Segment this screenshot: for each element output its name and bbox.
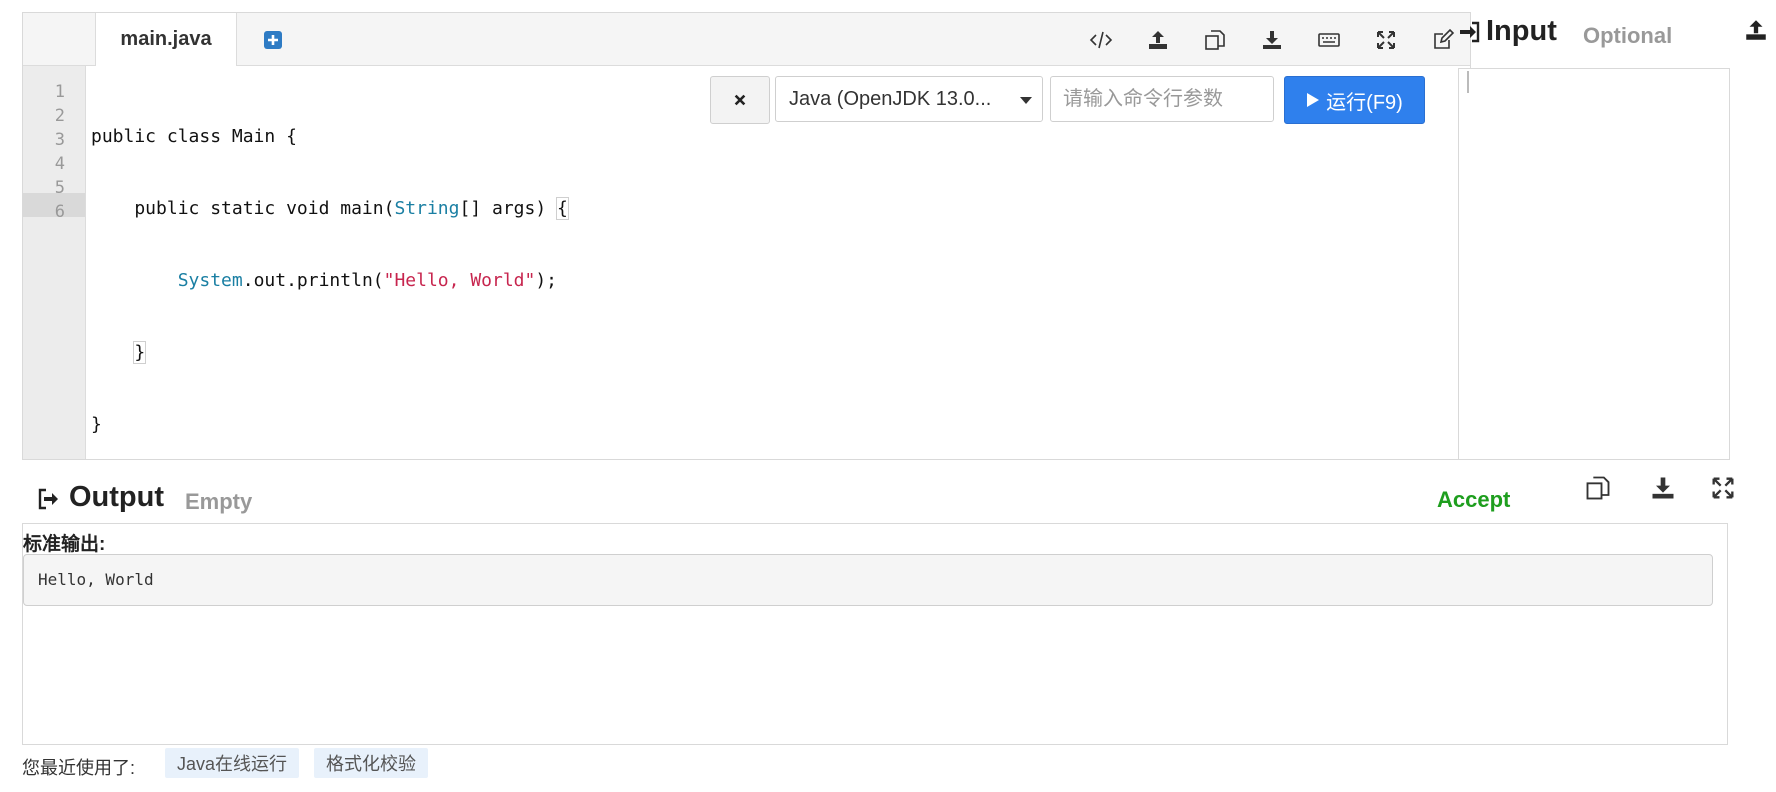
run-button[interactable]: 运行(F9) [1284, 76, 1425, 124]
language-select-value: Java (OpenJDK 13.0... [789, 87, 992, 110]
chevron-down-icon [1020, 97, 1032, 104]
play-icon [1307, 93, 1320, 107]
command-line-args-input[interactable] [1050, 76, 1274, 122]
run-button-label: 运行(F9) [1326, 91, 1403, 114]
input-header: Input Optional [1458, 15, 1768, 55]
stdout-content: Hello, World [23, 554, 1713, 606]
clear-button[interactable] [710, 76, 770, 124]
code-line: } [133, 341, 147, 364]
download-icon[interactable] [1260, 28, 1284, 52]
recent-item-format-check[interactable]: 格式化校验 [314, 748, 428, 778]
status-badge: Accept [1437, 487, 1511, 512]
edit-icon[interactable] [1431, 28, 1455, 52]
sign-in-icon [1460, 21, 1480, 43]
code-icon[interactable] [1089, 28, 1113, 52]
sign-out-icon [38, 488, 58, 510]
tab-main-java[interactable]: main.java [95, 13, 237, 66]
editor-tab-bar: main.java [23, 13, 1470, 66]
output-panel: 标准输出: Hello, World [22, 523, 1728, 745]
line-number: 6 [54, 202, 65, 222]
code-line: public static void main(String[] args) { [91, 197, 569, 220]
stdin-input-area[interactable] [1458, 68, 1730, 460]
text-caret [1467, 71, 1469, 93]
line-number: 1 [54, 82, 65, 102]
line-number: 3 [54, 130, 65, 150]
output-empty-label: Empty [185, 489, 253, 514]
output-title: Output [69, 481, 165, 513]
copy-icon[interactable] [1584, 474, 1612, 502]
recent-label: 您最近使用了: [22, 758, 136, 778]
upload-icon[interactable] [1743, 17, 1769, 43]
line-number: 5 [54, 178, 65, 198]
fullscreen-icon[interactable] [1709, 474, 1737, 502]
stdout-label: 标准输出: [23, 534, 106, 555]
copy-icon[interactable] [1203, 28, 1227, 52]
code-line: } [91, 414, 102, 435]
recent-item-java-online-run[interactable]: Java在线运行 [165, 748, 300, 778]
language-select[interactable]: Java (OpenJDK 13.0... [775, 76, 1043, 122]
keyboard-icon[interactable] [1317, 28, 1341, 52]
line-number: 2 [54, 106, 65, 126]
line-number-gutter: 1 2 3 4 5 6 [23, 66, 86, 459]
code-line: System.out.println("Hello, World"); [177, 270, 558, 291]
upload-icon[interactable] [1146, 28, 1170, 52]
add-tab-icon[interactable] [263, 30, 283, 50]
input-optional-label: Optional [1583, 23, 1673, 48]
fullscreen-icon[interactable] [1374, 28, 1398, 52]
download-icon[interactable] [1649, 474, 1677, 502]
close-icon [734, 94, 746, 106]
input-title: Input [1486, 15, 1557, 47]
line-number: 4 [54, 154, 65, 174]
code-line: public class Main { [91, 126, 297, 147]
